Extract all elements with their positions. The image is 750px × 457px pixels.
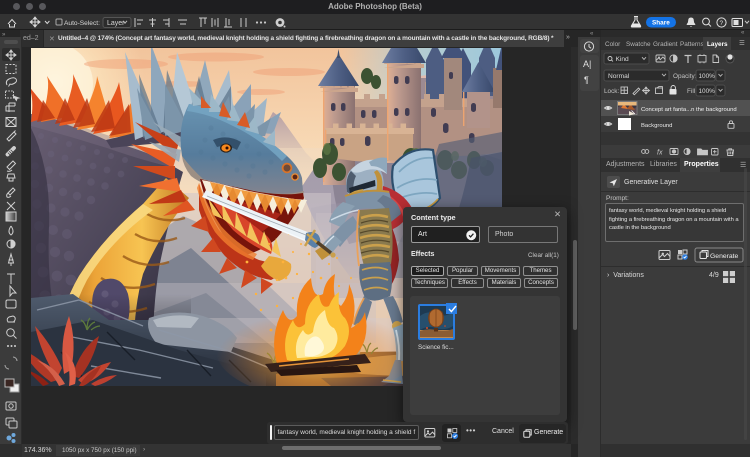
svg-text:Opacity:: Opacity: bbox=[673, 73, 697, 80]
svg-text:Kind: Kind bbox=[616, 56, 630, 63]
svg-text:100%: 100% bbox=[699, 73, 716, 80]
svg-text:?: ? bbox=[720, 20, 724, 27]
svg-text:Layer: Layer bbox=[107, 20, 125, 27]
svg-text:Generate: Generate bbox=[710, 253, 739, 260]
svg-text:Auto-Select:: Auto-Select: bbox=[64, 20, 100, 27]
svg-text:100%: 100% bbox=[699, 88, 716, 95]
svg-text:Concept art fanta...n the back: Concept art fanta...n the background bbox=[641, 107, 737, 113]
svg-text:Share: Share bbox=[652, 20, 670, 27]
svg-text:Background: Background bbox=[641, 123, 672, 129]
svg-text:Normal: Normal bbox=[608, 73, 630, 80]
svg-text:Lock:: Lock: bbox=[604, 88, 619, 95]
svg-text:fx: fx bbox=[657, 150, 663, 157]
